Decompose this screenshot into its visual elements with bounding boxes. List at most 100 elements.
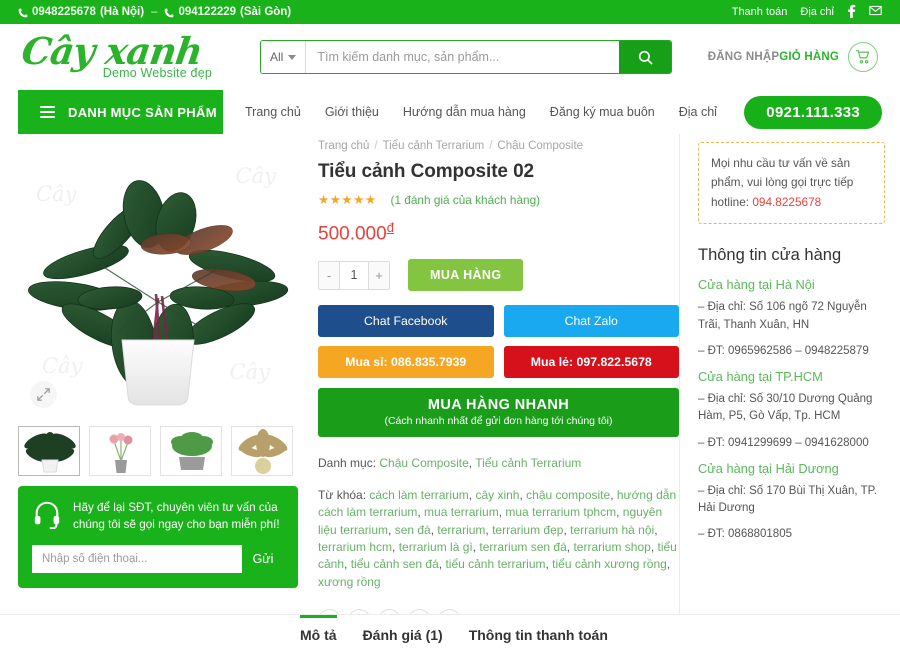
callback-submit-button[interactable]: Gửi (242, 545, 284, 573)
category-link-2[interactable]: Tiểu cảnh Terrarium (475, 456, 581, 470)
thumb-plant-3 (171, 432, 213, 470)
tag-link[interactable]: mua terrarium tphcm (505, 505, 616, 519)
review-count-link[interactable]: (1 đánh giá của khách hàng) (391, 193, 541, 207)
store-phone: – ĐT: 0965962586 – 0948225879 (698, 344, 869, 357)
tag-link[interactable]: terrarium là gì (399, 540, 473, 554)
thumbnail-3[interactable] (160, 426, 222, 476)
tag-link[interactable]: terrarium sen đá (479, 540, 566, 554)
tag-link[interactable]: mua terrarium (424, 505, 499, 519)
search-category-select[interactable]: All (261, 41, 307, 73)
quantity-increase-button[interactable]: + (369, 261, 389, 289)
hotline-notice-box: Mọi nhu cầu tư vấn về sản phẩm, vui lòng… (698, 142, 885, 225)
header-account-area: ĐĂNG NHẬPGIỎ HÀNG (708, 42, 882, 72)
nav-item-home[interactable]: Trang chủ (245, 105, 301, 119)
tag-link[interactable]: terrarium hà nội (570, 523, 654, 537)
quantity-decrease-button[interactable]: - (319, 261, 339, 289)
tag-link[interactable]: sen đá (395, 523, 431, 537)
breadcrumb-item-3[interactable]: Chậu Composite (497, 140, 583, 152)
tag-link[interactable]: tiểu cảnh xương rồng (552, 557, 667, 571)
price-currency: đ (386, 220, 394, 235)
thumb-plant-4 (238, 429, 288, 474)
star-rating: ★★★★★ (318, 193, 377, 207)
chat-zalo-button[interactable]: Chat Zalo (503, 305, 679, 338)
nav-item-wholesale[interactable]: Đăng ký mua buôn (550, 105, 655, 119)
quantity-input[interactable] (339, 261, 369, 289)
topbar-phone-2[interactable]: 094122229 (178, 6, 236, 18)
add-to-cart-button[interactable]: MUA HÀNG (408, 259, 524, 292)
topbar-link-address[interactable]: Địa chỉ (800, 6, 834, 18)
product-thumbnails (18, 426, 300, 476)
login-link[interactable]: ĐĂNG NHẬP (708, 51, 779, 63)
tag-link[interactable]: tiểu cảnh terrarium (445, 557, 545, 571)
store-name: Cửa hàng tại Hà Nội (698, 277, 815, 293)
store-name: Cửa hàng tại Hải Dương (698, 460, 839, 476)
chat-facebook-button[interactable]: Chat Facebook (318, 305, 494, 338)
breadcrumb-item-2[interactable]: Tiểu cảnh Terrarium (383, 140, 485, 152)
chevron-down-icon (288, 54, 297, 60)
tab-description[interactable]: Mô tả (300, 615, 337, 657)
nav-item-guide[interactable]: Hướng dẫn mua hàng (403, 105, 526, 119)
search-input[interactable] (306, 41, 619, 73)
nav-item-address[interactable]: Địa chỉ (679, 105, 717, 119)
topbar-phones: 0948225678 (Hà Nội) – 094122229 (Sài Gòn… (18, 6, 291, 18)
tab-list: Mô tả Đánh giá (1) Thông tin thanh toán (18, 615, 882, 657)
mail-icon[interactable] (869, 5, 882, 19)
tag-link[interactable]: terrarium đẹp (492, 523, 563, 537)
tags-label: Từ khóa: (318, 487, 367, 502)
store-address: – Địa chỉ: Số 30/10 Dương Quảng Hàm, P5,… (698, 393, 873, 423)
thumb-plant-2 (109, 433, 133, 473)
category-menu-button[interactable]: DANH MỤC SẢN PHẨM (18, 90, 223, 134)
callback-text: Hãy để lại SĐT, chuyên viên tư vấn của c… (73, 501, 280, 531)
quantity-stepper: - + (318, 260, 390, 290)
tag-link[interactable]: tiểu cảnh sen đá (351, 557, 439, 571)
hamburger-icon (40, 103, 55, 121)
hotline-button[interactable]: 0921.111.333 (744, 95, 882, 129)
topbar-dash: – (151, 6, 158, 18)
topbar-phone-1[interactable]: 0948225678 (32, 6, 96, 18)
breadcrumb-item-1[interactable]: Trang chủ (318, 140, 369, 152)
store-phone: – ĐT: 0941299699 – 0941628000 (698, 436, 869, 449)
logo-wordmark: Cây xanh (18, 28, 205, 73)
site-header: Cây xanh Demo Website đẹp All ĐĂNG NHẬPG… (0, 24, 900, 90)
category-link-1[interactable]: Chậu Composite (379, 456, 468, 470)
wholesale-phone-button[interactable]: Mua sỉ: 086.835.7939 (318, 346, 494, 379)
fast-order-button[interactable]: MUA HÀNG NHANH (Cách nhanh nhất để gửi đ… (318, 388, 679, 438)
purchase-row: - + MUA HÀNG (318, 259, 679, 292)
cart-link[interactable]: GIỎ HÀNG (779, 51, 839, 63)
store-item: Cửa hàng tại TP.HCM – Địa chỉ: Số 30/10 … (698, 369, 885, 452)
nav-item-about[interactable]: Giới thiệu (325, 105, 379, 119)
topbar-link-payment[interactable]: Thanh toán (732, 6, 788, 18)
tag-link[interactable]: cây xinh (475, 488, 519, 502)
thumbnail-4[interactable] (231, 426, 293, 476)
callback-form: Gửi (32, 545, 284, 573)
thumbnail-1[interactable] (18, 426, 80, 476)
site-logo[interactable]: Cây xanh Demo Website đẹp (18, 28, 236, 80)
thumbnail-2[interactable] (89, 426, 151, 476)
tag-link[interactable]: terrarium hcm (318, 540, 392, 554)
fast-order-title: MUA HÀNG NHANH (427, 397, 570, 414)
product-main-image[interactable]: Cây Cây Cây Cây (18, 134, 298, 420)
hotline-notice-number[interactable]: 094.8225678 (752, 195, 821, 209)
tab-reviews[interactable]: Đánh giá (1) (363, 615, 443, 657)
facebook-icon[interactable] (847, 4, 856, 21)
tag-link[interactable]: chậu composite (526, 488, 610, 502)
page-title: Tiểu cảnh Composite 02 (318, 161, 535, 182)
expand-icon[interactable] (30, 381, 57, 408)
retail-phone-button[interactable]: Mua lẻ: 097.822.5678 (503, 346, 679, 379)
search-category-label: All (270, 50, 284, 64)
tag-link[interactable]: terrarium shop (573, 540, 650, 554)
order-phone-row: Mua sỉ: 086.835.7939 Mua lẻ: 097.822.567… (318, 346, 679, 379)
topbar-links: Thanh toán Địa chỉ (732, 4, 882, 21)
callback-header: Hãy để lại SĐT, chuyên viên tư vấn của c… (32, 499, 284, 534)
phone-input[interactable] (32, 545, 242, 573)
tab-payment-info[interactable]: Thông tin thanh toán (469, 615, 608, 657)
top-bar: 0948225678 (Hà Nội) – 094122229 (Sài Gòn… (0, 0, 900, 24)
store-phone: – ĐT: 0868801805 (698, 528, 792, 541)
cart-icon[interactable] (848, 42, 878, 72)
tag-link[interactable]: cách làm terrarium (369, 488, 468, 502)
search-button[interactable] (619, 41, 671, 73)
fast-order-subtitle: (Cách nhanh nhất để gửi đơn hàng tới chú… (384, 415, 613, 428)
tag-link[interactable]: terrarium (437, 523, 485, 537)
tag-link[interactable]: xương rồng (318, 575, 381, 589)
product-info-column: Trang chủ / Tiểu cảnh Terrarium / Chậu Compo… (300, 134, 680, 633)
